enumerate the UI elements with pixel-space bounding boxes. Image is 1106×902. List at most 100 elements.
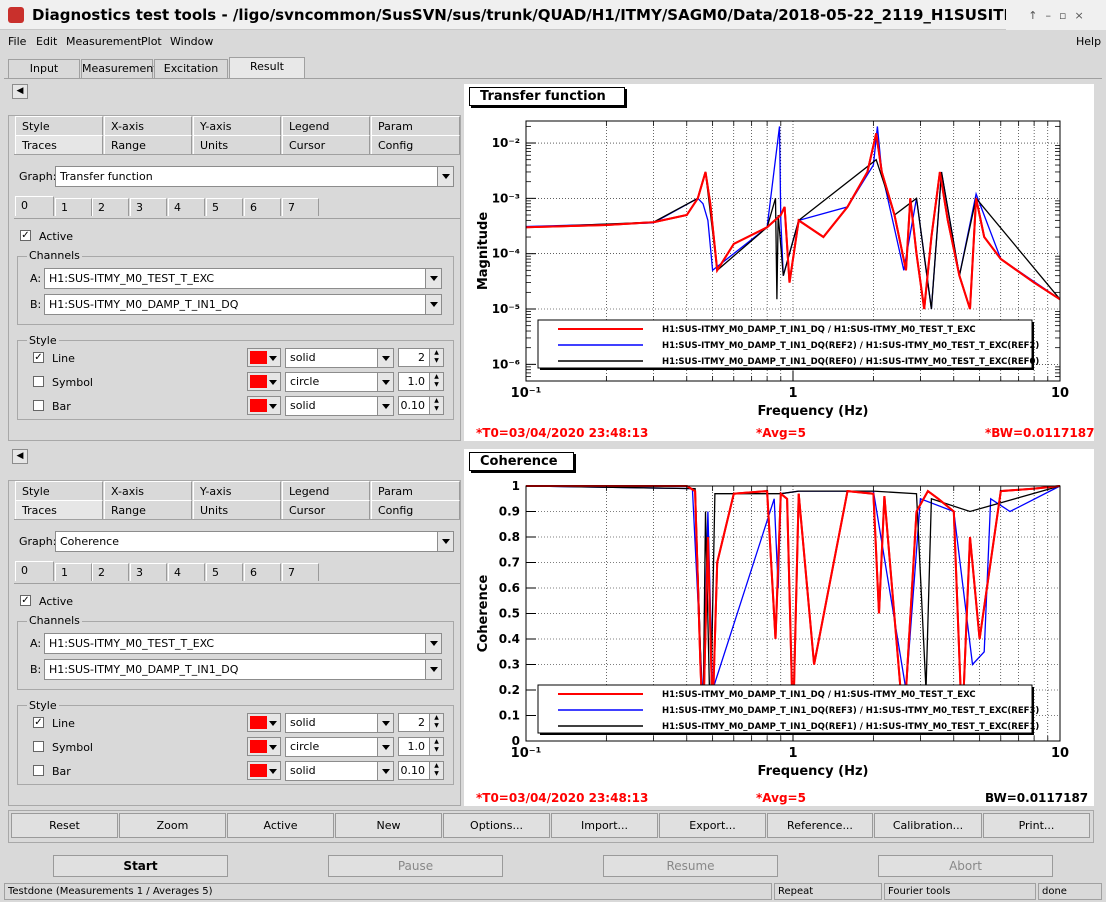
symbol-type-select[interactable]: circle — [285, 372, 394, 392]
menu-file[interactable]: File — [8, 35, 26, 48]
tab-input[interactable]: Input — [8, 59, 80, 78]
trace-tab-1[interactable]: 1 — [55, 563, 92, 581]
window-minimize-button[interactable]: – — [1046, 9, 1052, 22]
option-tab-y-axis[interactable]: Y-axis — [193, 116, 281, 135]
graph-select[interactable]: Coherence — [55, 531, 454, 552]
trace-tab-3[interactable]: 3 — [130, 198, 167, 216]
option-tab-traces[interactable]: Traces — [15, 135, 103, 154]
option-tab-style[interactable]: Style — [15, 116, 103, 135]
trace-tab-3[interactable]: 3 — [130, 563, 167, 581]
line-type-select[interactable]: solid — [285, 713, 394, 733]
bar-color-button[interactable] — [247, 761, 281, 780]
option-tab-legend[interactable]: Legend — [282, 116, 370, 135]
symbol-checkbox[interactable] — [33, 741, 44, 752]
line-checkbox[interactable]: ✓ — [33, 717, 44, 728]
channel-b-select[interactable]: H1:SUS-ITMY_M0_DAMP_T_IN1_DQ — [44, 659, 442, 680]
option-tab-legend[interactable]: Legend — [282, 481, 370, 500]
bar-size-spinner[interactable]: 0.10 ▲ ▼ — [398, 396, 444, 415]
trace-tab-2[interactable]: 2 — [92, 563, 129, 581]
reference-button[interactable]: Reference... — [767, 813, 873, 838]
bar-type-select[interactable]: solid — [285, 396, 394, 416]
collapse-arrow-button[interactable]: ◀ — [12, 449, 28, 464]
coherence-chart[interactable]: 10⁻¹ 1 10 0 0.1 0.2 0.3 0.4 0.5 0.6 0.7 0.8 0.9 1 Freq… — [464, 449, 1094, 806]
active-button[interactable]: Active — [227, 813, 334, 838]
line-size-spinner[interactable]: 2 ▲ ▼ — [398, 713, 444, 732]
line-type-select[interactable]: solid — [285, 348, 394, 368]
channel-a-select[interactable]: H1:SUS-ITMY_M0_TEST_T_EXC — [44, 268, 442, 289]
calibration-button[interactable]: Calibration... — [874, 813, 982, 838]
option-tab-style[interactable]: Style — [15, 481, 103, 500]
symbol-size-spinner[interactable]: 1.0 ▲ ▼ — [398, 372, 444, 391]
menu-window[interactable]: Window — [170, 35, 213, 48]
option-tab-units[interactable]: Units — [193, 500, 281, 519]
active-checkbox[interactable]: ✓ — [20, 230, 31, 241]
window-maximize-button[interactable]: ▫ — [1059, 9, 1066, 22]
transfer-function-chart[interactable]: 10⁻¹ 1 10 10⁻⁶ 10⁻⁵ 10⁻⁴ 10⁻³ 10⁻² Frequency (Hz… — [464, 84, 1094, 441]
trace-tab-4[interactable]: 4 — [168, 563, 205, 581]
active-checkbox[interactable]: ✓ — [20, 595, 31, 606]
symbol-type-select[interactable]: circle — [285, 737, 394, 757]
window-shade-button[interactable]: ↑ — [1028, 9, 1037, 22]
trace-tab-2[interactable]: 2 — [92, 198, 129, 216]
option-tab-range[interactable]: Range — [104, 135, 192, 154]
channel-b-select[interactable]: H1:SUS-ITMY_M0_DAMP_T_IN1_DQ — [44, 294, 442, 315]
trace-tab-1[interactable]: 1 — [55, 198, 92, 216]
option-tab-param[interactable]: Param — [371, 116, 460, 135]
resume-button[interactable]: Resume — [603, 855, 778, 877]
reset-button[interactable]: Reset — [11, 813, 118, 838]
option-tab-config[interactable]: Config — [371, 500, 460, 519]
trace-tab-6[interactable]: 6 — [244, 198, 281, 216]
option-tab-range[interactable]: Range — [104, 500, 192, 519]
new-button[interactable]: New — [335, 813, 442, 838]
import-button[interactable]: Import... — [551, 813, 658, 838]
trace-tab-7[interactable]: 7 — [282, 198, 319, 216]
tab-result[interactable]: Result — [229, 57, 305, 78]
collapse-arrow-button[interactable]: ◀ — [12, 84, 28, 99]
spinner-arrows-icon[interactable]: ▲ ▼ — [429, 373, 443, 390]
channel-a-select[interactable]: H1:SUS-ITMY_M0_TEST_T_EXC — [44, 633, 442, 654]
bar-color-button[interactable] — [247, 396, 281, 415]
option-tab-units[interactable]: Units — [193, 135, 281, 154]
symbol-checkbox[interactable] — [33, 376, 44, 387]
spinner-arrows-icon[interactable]: ▲ ▼ — [429, 397, 443, 414]
pause-button[interactable]: Pause — [328, 855, 503, 877]
tab-excitation[interactable]: Excitation — [154, 59, 228, 78]
window-close-button[interactable]: × — [1074, 9, 1083, 22]
option-tab-param[interactable]: Param — [371, 481, 460, 500]
options-button[interactable]: Options... — [443, 813, 550, 838]
option-tab-y-axis[interactable]: Y-axis — [193, 481, 281, 500]
option-tab-cursor[interactable]: Cursor — [282, 500, 370, 519]
bar-size-spinner[interactable]: 0.10 ▲ ▼ — [398, 761, 444, 780]
abort-button[interactable]: Abort — [878, 855, 1053, 877]
option-tab-x-axis[interactable]: X-axis — [104, 481, 192, 500]
bar-type-select[interactable]: solid — [285, 761, 394, 781]
trace-tab-0[interactable]: 0 — [15, 561, 54, 581]
export-button[interactable]: Export... — [659, 813, 766, 838]
trace-tab-6[interactable]: 6 — [244, 563, 281, 581]
symbol-color-button[interactable] — [247, 737, 281, 756]
graph-select[interactable]: Transfer function — [55, 166, 454, 187]
start-button[interactable]: Start — [53, 855, 228, 877]
option-tab-traces[interactable]: Traces — [15, 500, 103, 519]
menu-edit[interactable]: Edit — [36, 35, 57, 48]
line-color-button[interactable] — [247, 348, 281, 367]
option-tab-config[interactable]: Config — [371, 135, 460, 154]
spinner-arrows-icon[interactable]: ▲ ▼ — [429, 738, 443, 755]
trace-tab-4[interactable]: 4 — [168, 198, 205, 216]
line-checkbox[interactable]: ✓ — [33, 352, 44, 363]
bar-checkbox[interactable] — [33, 765, 44, 776]
option-tab-x-axis[interactable]: X-axis — [104, 116, 192, 135]
trace-tab-5[interactable]: 5 — [206, 563, 243, 581]
zoom-button[interactable]: Zoom — [119, 813, 226, 838]
trace-tab-5[interactable]: 5 — [206, 198, 243, 216]
bar-checkbox[interactable] — [33, 400, 44, 411]
symbol-size-spinner[interactable]: 1.0 ▲ ▼ — [398, 737, 444, 756]
print-button[interactable]: Print... — [983, 813, 1090, 838]
spinner-arrows-icon[interactable]: ▲ ▼ — [429, 349, 443, 366]
symbol-color-button[interactable] — [247, 372, 281, 391]
trace-tab-0[interactable]: 0 — [15, 196, 54, 216]
menu-plot[interactable]: Plot — [141, 35, 162, 48]
line-size-spinner[interactable]: 2 ▲ ▼ — [398, 348, 444, 367]
option-tab-cursor[interactable]: Cursor — [282, 135, 370, 154]
menu-help[interactable]: Help — [1076, 35, 1101, 48]
